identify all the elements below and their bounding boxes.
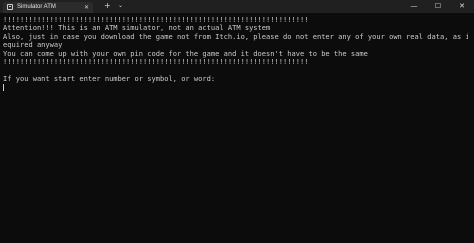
- terminal-output[interactable]: !!!!!!!!!!!!!!!!!!!!!!!!!!!!!!!!!!!!!!!!…: [0, 13, 474, 243]
- terminal-prompt: If you want start enter number or symbol…: [3, 73, 216, 83]
- tab-simulator-atm[interactable]: Simulator ATM ✕: [3, 2, 93, 13]
- close-tab-icon[interactable]: ✕: [84, 3, 89, 12]
- minimize-icon[interactable]: —: [403, 0, 425, 13]
- terminal-window: Simulator ATM ✕ + ⌄ — ☐ ✕ !!!!!!!!!!!!!!…: [0, 0, 474, 243]
- chevron-down-icon[interactable]: ⌄: [118, 1, 123, 11]
- close-window-icon[interactable]: ✕: [451, 0, 473, 13]
- new-tab-icon[interactable]: +: [104, 1, 111, 11]
- title-bar[interactable]: Simulator ATM ✕ + ⌄ — ☐ ✕: [0, 0, 474, 13]
- text-cursor: [3, 84, 4, 92]
- terminal-icon: [7, 4, 13, 10]
- tab-title: Simulator ATM: [17, 4, 56, 10]
- terminal-line: !!!!!!!!!!!!!!!!!!!!!!!!!!!!!!!!!!!!!!!!…: [3, 56, 309, 66]
- maximize-icon[interactable]: ☐: [427, 0, 449, 13]
- scrollbar[interactable]: [468, 13, 474, 243]
- terminal-line: Also, just in case you download the game…: [3, 31, 474, 41]
